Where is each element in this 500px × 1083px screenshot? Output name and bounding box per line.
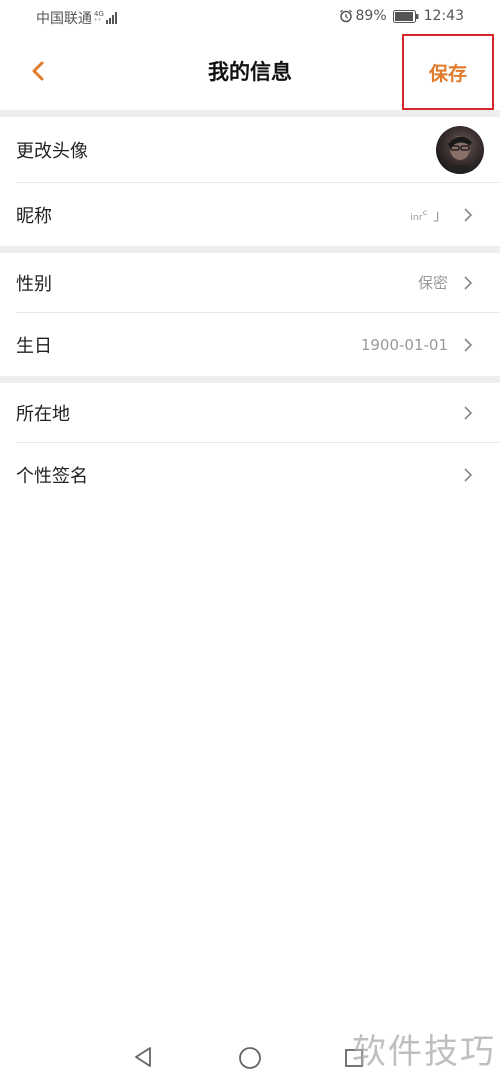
birthday-row[interactable]: 生日 1900-01-01 [0,313,500,376]
avatar-image [442,135,478,174]
nav-back-icon[interactable] [132,1046,154,1068]
gender-row[interactable]: 性别 保密 [0,253,500,312]
birthday-value: 1900-01-01 [360,335,448,354]
network-type: 4G ⁺⁺ [94,11,104,25]
nickname-row[interactable]: 昵称 ᵢₙᵣᶜ 」 [0,183,500,246]
location-label: 所在地 [16,403,70,425]
gender-label: 性别 [16,273,52,295]
signature-label: 个性签名 [16,465,88,487]
avatar[interactable] [436,125,484,174]
battery-icon [392,9,419,23]
status-right: 89% 12:43 [339,8,464,24]
nickname-label: 昵称 [16,205,52,227]
status-bar: 中国联通 4G ⁺⁺ 89% 12:43 [0,0,500,34]
status-left: 中国联通 4G ⁺⁺ [36,8,118,28]
change-avatar-row[interactable]: 更改头像 [0,117,500,182]
gender-value: 保密 [417,274,448,292]
birthday-label: 生日 [16,335,52,357]
location-row[interactable]: 所在地 [0,383,500,442]
clock: 12:43 [423,8,464,24]
battery-percent: 89% [355,8,387,24]
alarm-icon [339,9,352,23]
watermark-text: 软件技巧 [352,1032,496,1072]
chevron-right-icon [464,207,473,222]
section-divider [0,246,500,253]
chevron-right-icon [464,337,473,352]
signal-icon [105,12,118,24]
nickname-value: ᵢₙᵣᶜ 」 [410,206,448,224]
chevron-right-icon [464,467,473,482]
chevron-right-icon [464,405,473,420]
header: 我的信息 保存 [0,34,500,110]
change-avatar-label: 更改头像 [16,140,88,162]
carrier-name: 中国联通 [36,11,92,27]
screen: 中国联通 4G ⁺⁺ 89% 12:43 我的信息 保存 更改头像 昵称 ᵢₙᵣ… [0,0,500,1083]
chevron-right-icon [464,275,473,290]
section-divider [0,376,500,383]
network-activity: ⁺⁺ [94,17,102,25]
section-divider [0,110,500,117]
save-button[interactable]: 保存 [402,34,494,110]
signature-row[interactable]: 个性签名 [0,443,500,506]
nav-home-icon[interactable] [238,1046,262,1070]
